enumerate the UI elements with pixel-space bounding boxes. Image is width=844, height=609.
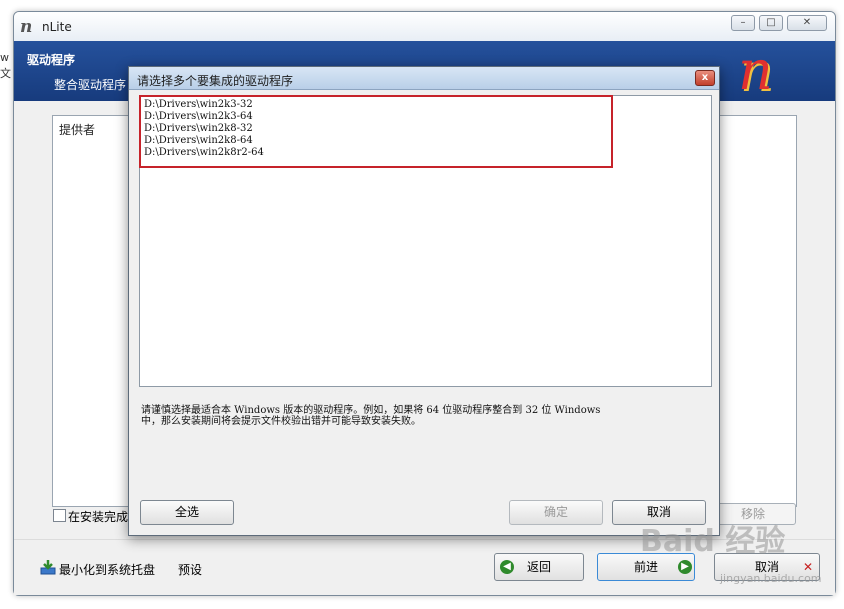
highlight-annotation-box — [139, 95, 613, 168]
baidu-watermark-url: jingyan.baidu.com — [720, 572, 822, 585]
provider-column-header[interactable]: 提供者 — [59, 121, 95, 138]
back-arrow-icon: ◀ — [500, 560, 514, 574]
title-bar: n nLite – □ ✕ — [14, 12, 835, 42]
maximize-button[interactable]: □ — [759, 15, 783, 31]
dialog-title: 请选择多个要集成的驱动程序 — [137, 74, 294, 88]
close-button[interactable]: ✕ — [787, 15, 827, 31]
window-title: nLite — [42, 20, 72, 34]
page-title: 驱动程序 — [27, 53, 76, 67]
minimize-to-tray-link[interactable]: 最小化到系统托盘 — [59, 561, 155, 578]
install-complete-checkbox[interactable] — [53, 509, 66, 522]
install-complete-label: 在安装完成 — [68, 510, 129, 524]
preset-link[interactable]: 预设 — [178, 561, 202, 578]
back-button[interactable]: ◀ 返回 — [494, 553, 584, 581]
dialog-close-button[interactable]: x — [695, 70, 715, 86]
driver-select-dialog: 请选择多个要集成的驱动程序 x D:\Drivers\win2k3-32 D:\… — [128, 66, 720, 536]
dialog-title-bar: 请选择多个要集成的驱动程序 x — [129, 67, 719, 90]
ok-button[interactable]: 确定 — [509, 500, 603, 525]
dialog-hint-text: 请谨慎选择最适合本 Windows 版本的驱动程序。例如，如果将 64 位驱动程… — [141, 405, 601, 427]
baidu-watermark: Baid 经验 — [640, 524, 786, 559]
left-edge-clipped-text: w 文 — [0, 51, 11, 80]
minimize-to-tray-icon[interactable] — [40, 559, 56, 575]
select-all-button[interactable]: 全选 — [140, 500, 234, 525]
page-subtitle: 整合驱动程序 — [54, 78, 127, 92]
minimize-button[interactable]: – — [731, 15, 755, 31]
nlite-brand-logo-icon: n — [738, 39, 773, 102]
nlite-logo-icon: n — [20, 17, 33, 37]
next-arrow-icon: ▶ — [678, 560, 692, 574]
